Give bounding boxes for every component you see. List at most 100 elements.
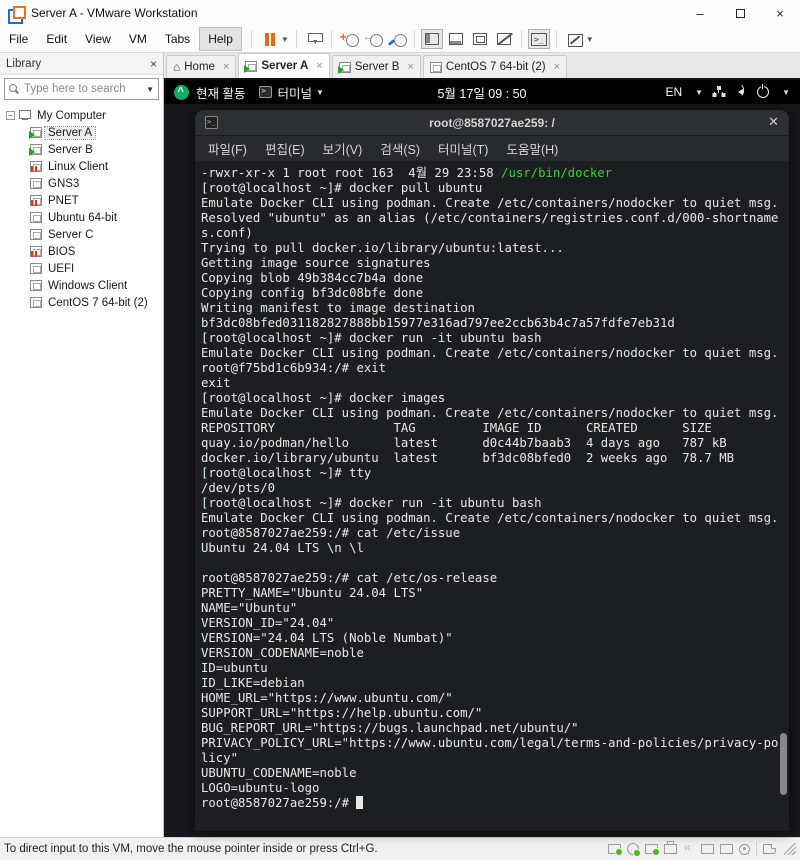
toolbar-separator	[330, 30, 332, 48]
guest-status-area: EN ▼ ▼	[665, 84, 790, 99]
terminal-menu-e[interactable]: 편집(E)	[256, 139, 314, 158]
tree-item-linux-client[interactable]: Linux Client	[0, 158, 163, 175]
library-close-icon[interactable]: ×	[150, 57, 157, 71]
language-indicator[interactable]: EN	[665, 85, 682, 99]
window-title: Server A - VMware Workstation	[31, 6, 198, 20]
show-thumbnail-bar-icon[interactable]	[445, 29, 467, 49]
tab-close-icon[interactable]: ×	[554, 61, 560, 73]
tree-item-label: My Computer	[37, 109, 107, 122]
network-adapter-icon[interactable]	[645, 844, 660, 856]
tree-item-label: UEFI	[48, 262, 75, 275]
terminal-line: Copying blob 49b384cc7b4a done	[201, 271, 424, 285]
tree-item-label: Server C	[48, 228, 94, 241]
terminal-close-icon[interactable]: ✕	[768, 114, 779, 130]
tab-close-icon[interactable]: ×	[316, 60, 322, 72]
show-library-glyph	[424, 33, 439, 45]
menu-vm[interactable]: VM	[120, 27, 156, 51]
tab-server-b[interactable]: Server B ×	[331, 55, 421, 78]
terminal-cursor	[356, 796, 364, 809]
terminal-window-icon	[205, 116, 218, 129]
power-icon[interactable]	[757, 84, 770, 98]
terminal-line: PRIVACY_POLICY_URL="https://www.ubuntu.c…	[201, 736, 779, 750]
activities-button[interactable]: 현재 활동	[196, 83, 245, 102]
toolbar-separator	[413, 30, 415, 48]
terminal-menubar: 파일(F) 편집(E) 보기(V) 검색(S) 터미널(T) 도움말(H)	[195, 136, 789, 161]
printer-icon[interactable]	[664, 841, 677, 854]
tab-home[interactable]: ⌂ Home ×	[166, 55, 237, 78]
tree-item-server-a[interactable]: Server A	[0, 124, 163, 141]
network-icon[interactable]	[712, 86, 725, 98]
menu-edit[interactable]: Edit	[37, 27, 76, 51]
full-screen-view-icon[interactable]	[469, 29, 491, 49]
focused-app-menu[interactable]: 터미널	[277, 83, 312, 102]
terminal-menu-v[interactable]: 보기(V)	[314, 139, 372, 158]
terminal-titlebar[interactable]: root@8587027ae259: / ✕	[195, 110, 789, 136]
pause-button-icon[interactable]	[258, 29, 280, 49]
vm-suspended-icon	[30, 246, 42, 257]
tree-item-bios[interactable]: BIOS	[0, 243, 163, 260]
terminal-line: bf3dc08bfed031182827888bb15977e316ad797e…	[201, 316, 675, 330]
show-library-icon[interactable]	[420, 29, 443, 49]
message-log-icon[interactable]	[763, 844, 776, 854]
search-dropdown-icon[interactable]: ▼	[146, 85, 154, 94]
terminal-output[interactable]: -rwxr-xr-x 1 root root 163 4월 29 23:58 /…	[195, 161, 789, 831]
tree-item-server-b[interactable]: Server B	[0, 141, 163, 158]
vm-off-icon	[30, 178, 42, 189]
guest-desktop[interactable]: root@8587027ae259: / ✕ 파일(F)편집(E)보기(V)검색…	[164, 104, 800, 837]
terminal-menu-h[interactable]: 도움말(H)	[497, 139, 567, 158]
menu-help[interactable]: Help	[199, 27, 242, 51]
close-button[interactable]: ×	[760, 0, 800, 26]
tab-server-a[interactable]: Server A ×	[238, 53, 330, 78]
tree-item-ubuntu-64-bit[interactable]: Ubuntu 64-bit	[0, 209, 163, 226]
terminal-menu-f[interactable]: 파일(F)	[199, 139, 256, 158]
resize-grip[interactable]	[784, 843, 796, 855]
usb-device-2-icon[interactable]	[720, 844, 733, 854]
tree-item-my-computer[interactable]: − My Computer	[0, 107, 163, 124]
tab-label: Server B	[354, 61, 400, 73]
volume-icon[interactable]	[734, 84, 748, 98]
tab-centos-7-64-bit-2-[interactable]: CentOS 7 64-bit (2) ×	[422, 55, 568, 78]
ubuntu-logo-icon[interactable]	[174, 84, 189, 100]
cd-dvd-icon[interactable]	[627, 843, 641, 857]
terminal-line: VERSION="24.04 LTS (Noble Numbat)"	[201, 631, 453, 645]
terminal-app-icon[interactable]	[259, 86, 273, 98]
vm-display[interactable]: 현재 활동 터미널 ▼ 5월 17일 09 : 50 EN ▼ ▼	[164, 80, 800, 837]
expander-icon[interactable]: −	[6, 111, 15, 120]
fit-guest-icon[interactable]	[563, 29, 585, 49]
tree-item-pnet[interactable]: PNET	[0, 192, 163, 209]
webcam-icon[interactable]	[739, 843, 750, 855]
console-view-icon[interactable]	[527, 29, 550, 49]
library-search-input[interactable]: Type here to search ▼	[4, 78, 159, 100]
tree-item-uefi[interactable]: UEFI	[0, 260, 163, 277]
menu-view[interactable]: View	[76, 27, 120, 51]
maximize-button[interactable]	[720, 0, 760, 26]
terminal-text-segment: root@8587027ae259:/#	[201, 796, 357, 810]
menu-file[interactable]: File	[0, 27, 37, 51]
tab-close-icon[interactable]: ×	[407, 61, 413, 73]
send-ctrl-alt-del-icon[interactable]	[303, 29, 325, 49]
hard-disk-icon[interactable]	[608, 844, 623, 856]
unity-view-icon[interactable]	[493, 29, 515, 49]
snapshot-manager-icon[interactable]	[386, 29, 408, 49]
tree-item-server-c[interactable]: Server C	[0, 226, 163, 243]
take-snapshot-icon[interactable]	[338, 29, 360, 49]
tree-item-centos-7-64-bit-2-[interactable]: CentOS 7 64-bit (2)	[0, 294, 163, 311]
revert-snapshot-icon[interactable]	[362, 29, 384, 49]
sound-icon[interactable]	[683, 840, 695, 854]
terminal-menu-t[interactable]: 터미널(T)	[429, 139, 497, 158]
terminal-line: /dev/pts/0	[201, 481, 276, 495]
tree-item-gns3[interactable]: GNS3	[0, 175, 163, 192]
vm-running-icon	[337, 61, 351, 74]
terminal-menu-s[interactable]: 검색(S)	[371, 139, 429, 158]
menu-tabs[interactable]: Tabs	[156, 27, 199, 51]
pause-button-caret-icon[interactable]: ▼	[281, 35, 289, 44]
minimize-button[interactable]: –	[680, 0, 720, 26]
fit-guest-caret-icon[interactable]: ▼	[586, 35, 594, 44]
terminal-scrollbar[interactable]	[780, 733, 787, 795]
tab-close-icon[interactable]: ×	[223, 61, 229, 73]
tree-item-windows-client[interactable]: Windows Client	[0, 277, 163, 294]
device-separator	[756, 842, 757, 856]
terminal-line: LOGO=ubuntu-logo	[201, 781, 320, 795]
terminal-line: UBUNTU_CODENAME=noble	[201, 766, 357, 780]
usb-device-icon[interactable]	[701, 844, 714, 854]
